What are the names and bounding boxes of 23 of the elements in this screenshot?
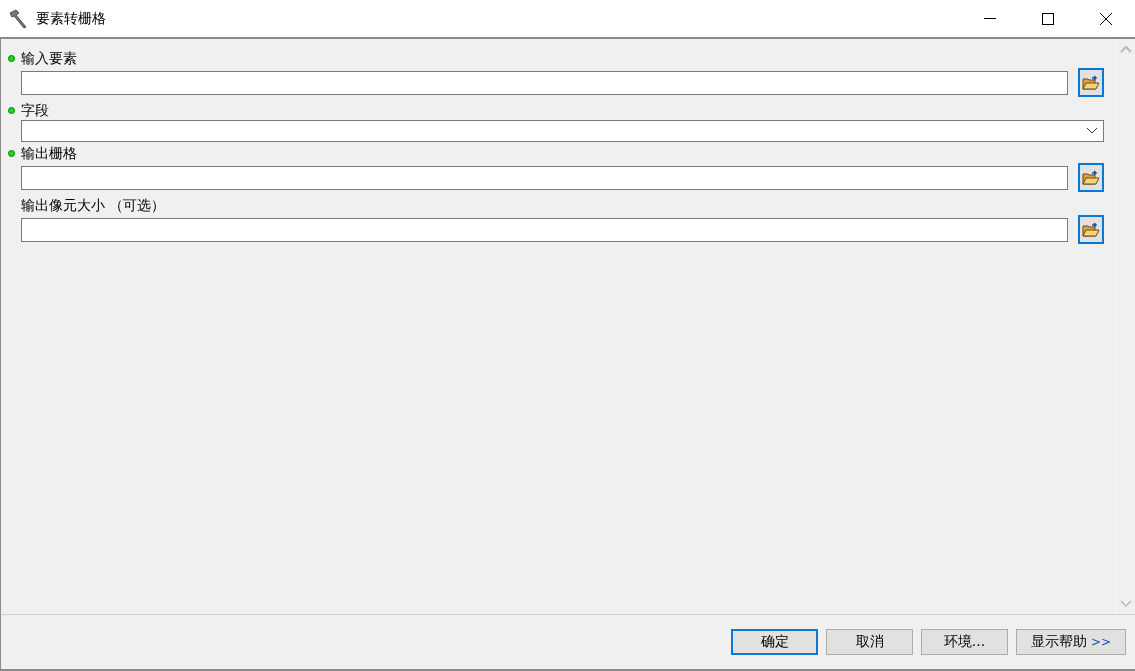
chevron-down-icon [1087,128,1097,134]
dropdown-field[interactable] [21,120,1104,142]
parameter-label: 输出像元大小 （可选） [21,196,166,215]
window-title: 要素转栅格 [36,9,106,28]
parameter-label: 输入要素 [21,49,77,68]
dialog-button[interactable]: 取消 [826,629,913,655]
folder-icon [1082,74,1100,91]
parameter-label: 输出栅格 [21,144,77,163]
maximize-icon [1042,12,1054,25]
dialog-button[interactable]: 显示帮助 >> [1016,629,1126,655]
input-field[interactable] [21,165,1068,190]
dialog-button[interactable]: 确定 [731,629,818,655]
browse-button[interactable] [1078,215,1104,244]
dialog-button[interactable]: 环境... [921,629,1008,655]
minimize-icon [984,17,996,20]
browse-button[interactable] [1078,68,1104,97]
parameter-label: 字段 [21,101,49,120]
folder-icon [1082,221,1100,238]
input-field[interactable] [21,217,1068,242]
input-field[interactable] [21,70,1068,95]
browse-button[interactable] [1078,163,1104,192]
folder-icon [1082,169,1100,186]
close-icon [1100,12,1112,25]
